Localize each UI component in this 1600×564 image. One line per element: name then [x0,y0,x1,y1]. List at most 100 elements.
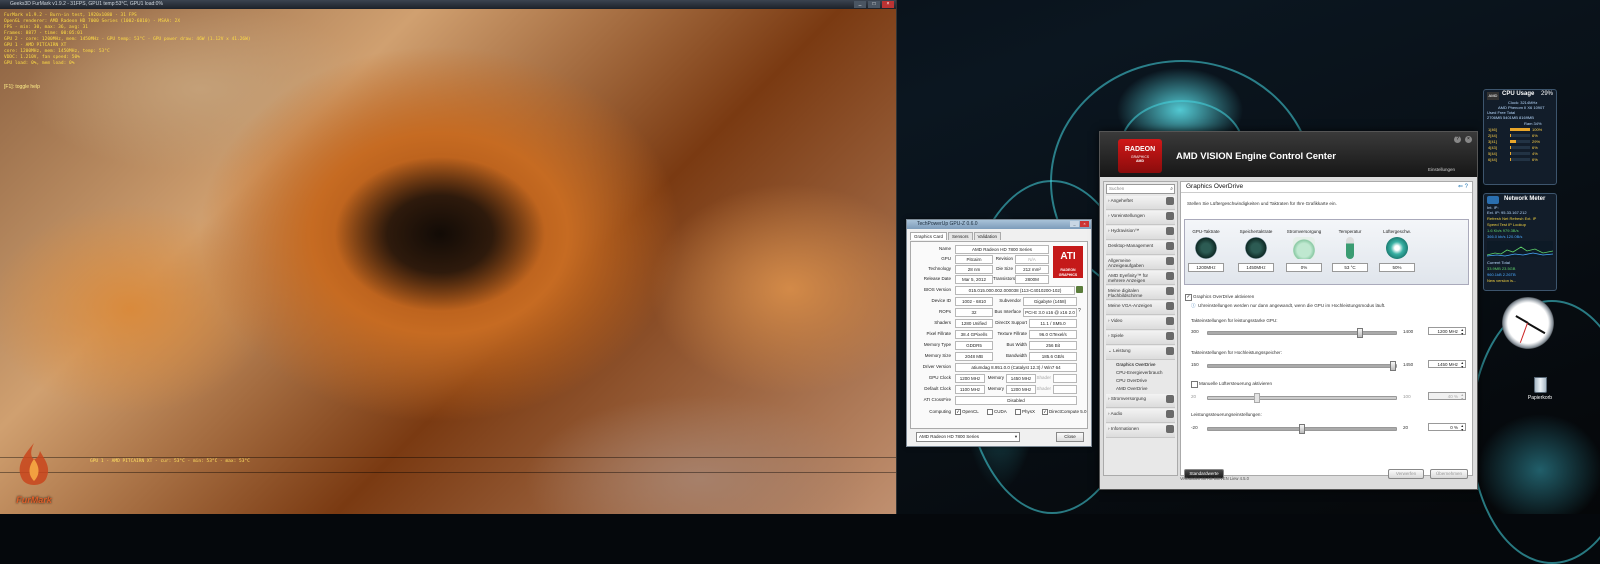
power-control-stepper[interactable]: 0 % ▲ ▼ [1428,423,1466,432]
totals-header: Current Total [1487,260,1510,265]
refresh-links[interactable]: Refresh Net Refresh Ext. IP [1487,216,1536,221]
enable-overdrive-checkbox[interactable]: ✓ [1185,294,1192,301]
gpuz-titlebar[interactable]: TechPowerUp GPU-Z 0.6.0 _ × [907,220,1091,229]
nav-item-hydravision[interactable]: › Hydravision™ [1106,226,1175,240]
pin-icon[interactable]: ⇐ [1458,184,1463,190]
stepper-arrows-icon[interactable]: ▲ ▼ [1461,424,1464,432]
help-icon[interactable]: ? [1454,136,1461,143]
nav-item-audio[interactable]: › Audio [1106,409,1175,423]
overdrive-gauges: GPU-Taktrate 1200MHz Speichertaktrate 14… [1184,219,1469,285]
gauge-value: 1450MHz [1238,263,1274,272]
tab-validation[interactable]: Validation [973,232,1001,240]
nav-item-display-tasks[interactable]: Allgemeine Anzeigeaufgaben [1106,256,1175,270]
help-icon[interactable]: ? [1465,184,1468,190]
nav-item-video[interactable]: › Video [1106,316,1175,330]
gauge-fan-speed: Lüftergeschw. 50% [1378,222,1416,272]
furmark-render-canvas[interactable]: FurMark v1.9.2 - Burn-in test, 1920x1080… [0,9,896,514]
amd-navigation: Suchen ⌕ › Angeheftet › Voreinstellungen… [1103,181,1178,476]
power-control-slider-thumb[interactable] [1299,424,1305,434]
maximize-button[interactable]: □ [868,1,880,8]
minimize-button[interactable]: _ [1070,221,1079,227]
stepper-arrows-icon[interactable]: ▲ ▼ [1461,361,1464,369]
fan-speed-slider-thumb[interactable] [1254,393,1260,403]
core-value: 6% [1532,145,1538,150]
nav-item-performance[interactable]: ⌄ Leistung [1106,346,1175,360]
apply-button[interactable]: Übernehmen [1430,469,1468,479]
sublabel: Texture Fillrate [997,331,1027,336]
minimize-button[interactable]: _ [854,1,866,8]
discard-button[interactable]: Verwerfen [1388,469,1424,479]
tab-graphics-card[interactable]: Graphics Card [910,232,948,240]
gauge-value: 53 °C [1332,263,1368,272]
new-version-notice[interactable]: New version is... [1487,278,1516,283]
gpu-clock-stepper[interactable]: 1200 MHz ▲ ▼ [1428,327,1466,336]
power-control-slider[interactable] [1207,424,1397,434]
memory-clock-value: 1450 MHz [1006,374,1036,383]
gpuz-close-button[interactable]: Close [1056,432,1084,442]
nav-item-presets[interactable]: › Voreinstellungen [1106,211,1175,225]
stepper-arrows-icon[interactable]: ▲ ▼ [1461,328,1464,336]
furmark-title: Geeks3D FurMark v1.9.2 - 31FPS, GPU1 tem… [10,1,163,7]
tab-sensors[interactable]: Sensors [948,232,973,240]
shader-clock-value [1053,374,1077,383]
row-driver: Driver Version atiumdag 8.951.0.0 (Catal… [911,362,1087,372]
gpu-clock-slider-thumb[interactable] [1357,328,1363,338]
analog-clock-gadget[interactable] [1502,297,1554,349]
core-bar-fill [1510,158,1511,161]
cpu-usage-percent: 29% [1540,91,1553,97]
speedtest-links[interactable]: Speed Test IP Lookup [1487,222,1526,227]
cpu-usage-gadget[interactable]: AMD CPU Usage 29% Clock: 3214MHz AMD Phe… [1483,89,1557,185]
help-icon[interactable]: ? [1078,307,1081,316]
row-fillrate: Pixel Fillrate 38.4 GPixel/s Texture Fil… [911,329,1087,339]
gpu-select-dropdown[interactable]: AMD Radeon HD 7800 Series ▼ [916,432,1020,442]
nav-sub-amd-overdrive[interactable]: AMD OverDrive [1104,385,1177,393]
furmark-window[interactable]: Geeks3D FurMark v1.9.2 - 31FPS, GPU1 tem… [0,0,897,514]
amd-vision-window[interactable]: RADEON GRAPHICS AMD AMD VISION Engine Co… [1099,131,1478,490]
close-button[interactable]: × [1080,221,1089,227]
nav-item-pinned[interactable]: › Angeheftet [1106,196,1175,210]
nav-item-power[interactable]: › Stromversorgung [1106,394,1175,408]
nav-label: Informationen [1110,426,1139,431]
revision-value: N/A [1015,255,1049,264]
core-bar [1510,146,1530,149]
gpuz-window[interactable]: TechPowerUp GPU-Z 0.6.0 _ × Graphics Car… [906,219,1092,447]
core-value: 6% [1532,157,1538,162]
flat-panel-icon [1166,287,1174,295]
nav-item-flat-panels[interactable]: Meine digitalen Flachbildschirme [1106,286,1175,300]
performance-icon [1166,347,1174,355]
cuda-label: CUDA [994,409,1007,415]
search-input[interactable]: Suchen ⌕ [1106,184,1175,194]
nav-sub-cpu-power[interactable]: CPU-Energieverbrauch [1104,369,1177,377]
stepper-arrows-icon[interactable]: ▲ ▼ [1461,393,1464,401]
info-text: Uhreinstellungen werden nur dann angewan… [1198,303,1386,308]
settings-button[interactable]: Einstellungen [1428,167,1455,172]
close-icon[interactable]: × [1465,136,1472,143]
row-shaders: Shaders 1280 Unified DirectX Support 11.… [911,318,1087,328]
bios-save-icon[interactable] [1076,286,1083,293]
minute-hand [1527,322,1546,334]
furmark-titlebar[interactable]: Geeks3D FurMark v1.9.2 - 31FPS, GPU1 tem… [0,0,896,9]
label: Memory Size [924,353,951,358]
fan-speed-slider[interactable] [1207,393,1397,403]
nav-item-vga-displays[interactable]: Meine VGA-Anzeigen [1106,301,1175,315]
memory-clock-slider-thumb[interactable] [1390,361,1396,371]
nav-label: Desktop-Management [1108,243,1154,248]
nav-item-desktop-management[interactable]: Desktop-Management [1106,241,1175,255]
nav-sub-graphics-overdrive[interactable]: Graphics OverDrive [1104,361,1177,369]
manual-fan-checkbox[interactable] [1191,381,1198,388]
memory-clock-stepper[interactable]: 1450 MHz ▲ ▼ [1428,360,1466,369]
close-button[interactable]: × [882,1,894,8]
fan-speed-stepper[interactable]: 40 % ▲ ▼ [1428,392,1466,401]
physx-checkbox: PhysX [1015,409,1035,415]
network-meter-gadget[interactable]: Network Meter Int. IP: Ext. IP: 95.33.16… [1483,193,1557,291]
cuda-checkbox: CUDA [987,409,1007,415]
recycle-bin[interactable]: Papierkorb [1525,377,1555,401]
nav-item-information[interactable]: › Informationen [1106,424,1175,438]
nav-item-games[interactable]: › Spiele [1106,331,1175,345]
nav-sub-cpu-overdrive[interactable]: CPU OverDrive [1104,377,1177,385]
gpu-clock-value: 1200 MHz [1437,329,1458,334]
memory-clock-slider[interactable] [1207,361,1397,371]
gpu-clock-slider[interactable] [1207,328,1397,338]
nav-item-eyefinity[interactable]: AMD Eyefinity™ für mehrere Anzeigen [1106,271,1175,285]
chevron-down-icon: ▼ [1014,434,1018,439]
